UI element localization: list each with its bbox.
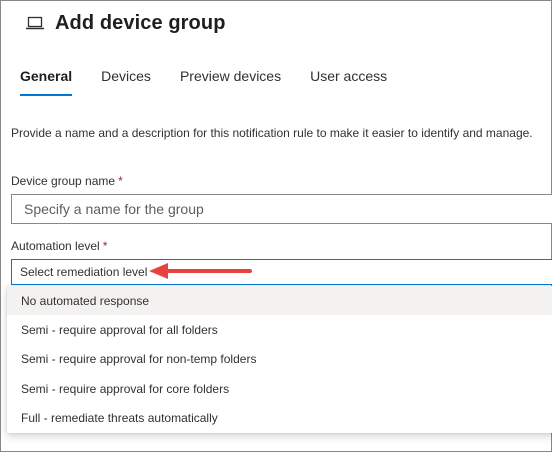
- dropdown-option[interactable]: Full - remediate threats automatically: [7, 404, 552, 433]
- device-group-name-label: Device group name *: [11, 174, 123, 188]
- automation-level-label-text: Automation level: [11, 239, 100, 253]
- tab-bar: General Devices Preview devices User acc…: [20, 63, 416, 96]
- automation-level-label: Automation level *: [11, 239, 107, 253]
- dropdown-option[interactable]: Semi - require approval for all folders: [7, 315, 552, 344]
- dialog-frame: Add device group General Devices Preview…: [0, 0, 552, 452]
- device-group-name-label-text: Device group name: [11, 174, 116, 188]
- page-title: Add device group: [55, 11, 226, 34]
- tab-devices[interactable]: Devices: [101, 63, 151, 96]
- required-marker: *: [102, 239, 108, 253]
- dropdown-option[interactable]: No automated response: [7, 286, 552, 316]
- form-description: Provide a name and a description for thi…: [11, 126, 533, 140]
- annotation-arrow-icon: [149, 263, 252, 279]
- required-marker: *: [118, 174, 123, 188]
- page-header: Add device group: [25, 9, 226, 37]
- laptop-icon: [25, 13, 45, 33]
- dropdown-option[interactable]: Semi - require approval for non-temp fol…: [7, 345, 552, 374]
- dropdown-option[interactable]: Semi - require approval for core folders: [7, 374, 552, 403]
- tab-user-access[interactable]: User access: [310, 63, 387, 96]
- automation-level-options: No automated response Semi - require app…: [7, 286, 552, 433]
- tab-preview-devices[interactable]: Preview devices: [180, 63, 281, 96]
- device-group-name-input[interactable]: Specify a name for the group: [11, 194, 552, 224]
- tab-general[interactable]: General: [20, 63, 73, 96]
- device-group-name-placeholder: Specify a name for the group: [24, 201, 204, 217]
- automation-level-placeholder: Select remediation level: [20, 265, 148, 279]
- automation-level-dropdown[interactable]: Select remediation level: [11, 259, 552, 285]
